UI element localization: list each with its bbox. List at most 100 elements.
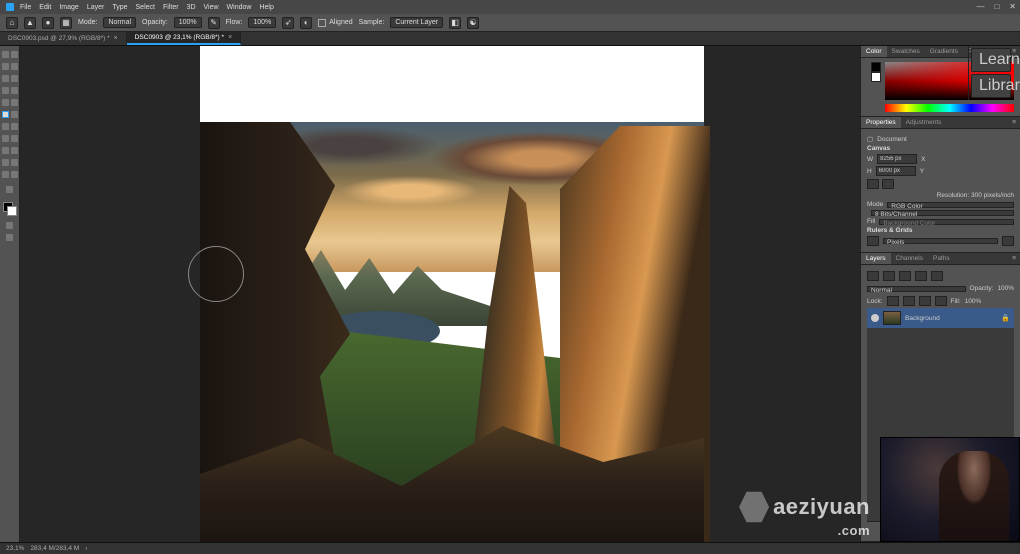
menu-file[interactable]: File: [20, 4, 31, 11]
screenmode-icon[interactable]: [6, 234, 13, 241]
menu-layer[interactable]: Layer: [87, 4, 105, 11]
lasso-tool-icon[interactable]: [11, 63, 18, 70]
filter-type-icon[interactable]: [899, 271, 911, 281]
clone-stamp-icon[interactable]: ▲: [24, 17, 36, 29]
edit-toolbar-icon[interactable]: [6, 186, 13, 193]
tab-swatches[interactable]: Swatches: [887, 46, 925, 57]
eyedropper-tool-icon[interactable]: [11, 87, 18, 94]
path-select-tool-icon[interactable]: [2, 159, 9, 166]
marquee-tool-icon[interactable]: [2, 63, 9, 70]
tab-gradients[interactable]: Gradients: [925, 46, 963, 57]
healing-tool-icon[interactable]: [2, 99, 9, 106]
filter-smart-icon[interactable]: [931, 271, 943, 281]
rulers-icon[interactable]: [867, 236, 879, 246]
tab-color[interactable]: Color: [861, 46, 887, 57]
grid-icon[interactable]: [1002, 236, 1014, 246]
panel-menu-icon[interactable]: ≡: [1008, 253, 1020, 264]
ignore-adjust-icon[interactable]: ◧: [449, 17, 461, 29]
close-icon[interactable]: ×: [114, 35, 118, 42]
hue-strip[interactable]: [885, 104, 1014, 112]
filter-shape-icon[interactable]: [915, 271, 927, 281]
airbrush-icon[interactable]: ➶: [282, 17, 294, 29]
menu-3d[interactable]: 3D: [187, 4, 196, 11]
collapsed-libraries[interactable]: Librari...: [971, 74, 1011, 98]
layer-background[interactable]: Background 🔒: [867, 308, 1014, 328]
pressure-opacity-icon[interactable]: ✎: [208, 17, 220, 29]
layer-thumbnail-icon[interactable]: [883, 311, 901, 325]
tab-paths[interactable]: Paths: [928, 253, 955, 264]
tab-doc-2[interactable]: DSC0903 @ 23,1% (RGB/8*) *×: [127, 32, 241, 45]
document-canvas[interactable]: [200, 46, 704, 542]
orient-portrait-icon[interactable]: [867, 179, 879, 189]
sample-select[interactable]: Current Layer: [390, 17, 443, 28]
quick-select-tool-icon[interactable]: [2, 75, 9, 82]
menu-help[interactable]: Help: [259, 4, 273, 11]
menu-edit[interactable]: Edit: [39, 4, 51, 11]
artboard-tool-icon[interactable]: [11, 51, 18, 58]
eye-icon[interactable]: [871, 314, 879, 322]
close-icon[interactable]: ✕: [1009, 2, 1016, 11]
brush-settings-icon[interactable]: ▦: [60, 17, 72, 29]
minimize-icon[interactable]: —: [976, 2, 984, 11]
zoom-tool-icon[interactable]: [11, 171, 18, 178]
filter-adjust-icon[interactable]: [883, 271, 895, 281]
blur-tool-icon[interactable]: [2, 135, 9, 142]
type-tool-icon[interactable]: [11, 147, 18, 154]
dodge-tool-icon[interactable]: [11, 135, 18, 142]
background-color-icon[interactable]: [7, 206, 17, 216]
gradient-tool-icon[interactable]: [11, 123, 18, 130]
menu-window[interactable]: Window: [227, 4, 252, 11]
lock-all-icon[interactable]: [935, 296, 947, 306]
canvas-area[interactable]: [20, 46, 860, 542]
clone-stamp-tool-icon[interactable]: [2, 111, 9, 118]
tab-adjustments[interactable]: Adjustments: [901, 117, 947, 128]
height-input[interactable]: [876, 166, 916, 176]
panel-menu-icon[interactable]: ≡: [1008, 117, 1020, 128]
maximize-icon[interactable]: □: [994, 2, 999, 11]
crop-tool-icon[interactable]: [11, 75, 18, 82]
mode-select[interactable]: Normal: [103, 17, 136, 28]
tab-doc-1[interactable]: DSC0903.psd @ 27,9% (RGB/8*) *×: [0, 32, 127, 45]
move-tool-icon[interactable]: [2, 51, 9, 58]
tablet-icon[interactable]: ☯: [467, 17, 479, 29]
brush-preset-icon[interactable]: ●: [42, 17, 54, 29]
menu-view[interactable]: View: [204, 4, 219, 11]
bits-select[interactable]: 8 Bits/Channel: [871, 210, 1014, 216]
tab-properties[interactable]: Properties: [861, 117, 901, 128]
hand-tool-icon[interactable]: [2, 171, 9, 178]
home-icon[interactable]: ⌂: [6, 17, 18, 29]
rulers-select[interactable]: Pixels: [883, 238, 998, 244]
fill-select[interactable]: Background Color: [879, 219, 1014, 225]
blend-mode-select[interactable]: Normal: [867, 286, 966, 292]
orient-landscape-icon[interactable]: [882, 179, 894, 189]
menu-type[interactable]: Type: [112, 4, 127, 11]
layer-fill-input[interactable]: 100%: [965, 298, 982, 305]
aligned-checkbox[interactable]: [318, 19, 326, 27]
collapsed-learn[interactable]: Learn: [971, 48, 1011, 72]
mode-select[interactable]: RGB Color: [887, 202, 1014, 208]
frame-tool-icon[interactable]: [2, 87, 9, 94]
lock-transparent-icon[interactable]: [887, 296, 899, 306]
zoom-level[interactable]: 23,1%: [6, 545, 24, 552]
eraser-tool-icon[interactable]: [2, 123, 9, 130]
bg-swatch-icon[interactable]: [871, 72, 881, 82]
menu-select[interactable]: Select: [136, 4, 155, 11]
pen-tool-icon[interactable]: [2, 147, 9, 154]
shape-tool-icon[interactable]: [11, 159, 18, 166]
opacity-input[interactable]: 100%: [174, 17, 202, 28]
doc-size[interactable]: 283,4 M/283,4 M: [30, 545, 79, 552]
close-icon[interactable]: ×: [228, 34, 232, 41]
fg-swatch-icon[interactable]: [871, 62, 881, 72]
quickmask-icon[interactable]: [6, 222, 13, 229]
pressure-size-icon[interactable]: ◐: [300, 17, 312, 29]
tab-channels[interactable]: Channels: [891, 253, 928, 264]
tab-layers[interactable]: Layers: [861, 253, 891, 264]
width-input[interactable]: [877, 154, 917, 164]
flow-input[interactable]: 100%: [248, 17, 276, 28]
brush-tool-icon[interactable]: [11, 99, 18, 106]
chevron-right-icon[interactable]: ›: [85, 545, 87, 552]
lock-position-icon[interactable]: [919, 296, 931, 306]
lock-image-icon[interactable]: [903, 296, 915, 306]
layer-opacity-input[interactable]: 100%: [997, 285, 1014, 292]
menu-filter[interactable]: Filter: [163, 4, 179, 11]
